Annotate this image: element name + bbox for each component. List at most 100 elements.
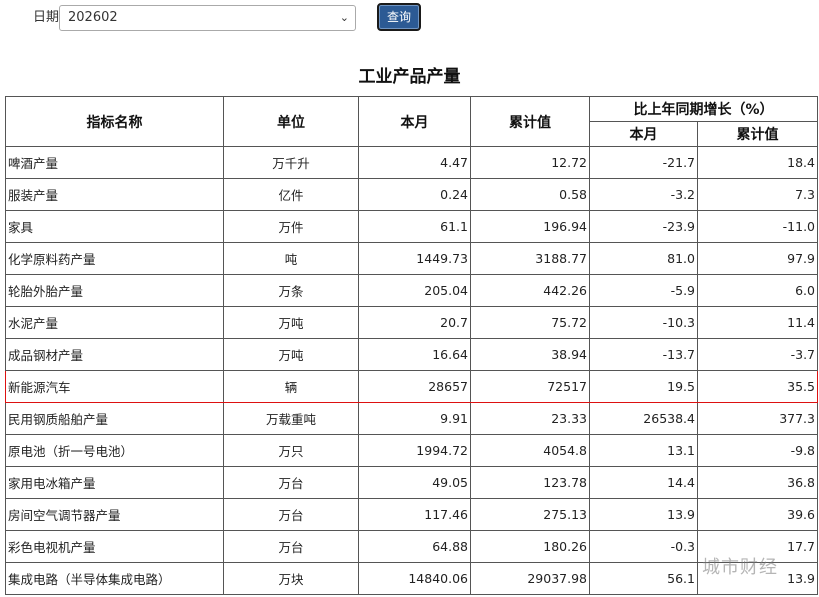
cell-cumulative: 0.58	[470, 178, 590, 211]
cell-growth-month: -23.9	[589, 210, 698, 243]
table-row: 彩色电视机产量 万台 64.88 180.26 -0.3 17.7	[5, 530, 818, 563]
chevron-down-icon: ⌄	[339, 11, 349, 24]
cell-name: 家用电冰箱产量	[5, 466, 224, 499]
cell-growth-month: 26538.4	[589, 402, 698, 435]
table-row: 化学原料药产量吨 1449.73 3188.77 81.0 97.9	[5, 242, 818, 275]
cell-growth-cumulative: -9.8	[697, 434, 818, 467]
page-title: 工业产品产量	[358, 67, 461, 87]
cell-growth-cumulative: 39.6	[697, 498, 818, 531]
cell-month: 28657	[358, 370, 471, 403]
cell-cumulative: 29037.98	[470, 562, 590, 595]
cell-name: 集成电路（半导体集成电路）	[5, 562, 224, 595]
cell-unit: 万台	[223, 498, 359, 531]
table-row: 水泥产量 万吨 20.7 75.72 -10.3 11.4	[5, 306, 818, 339]
date-label: 日期	[33, 10, 60, 25]
cell-unit: 万台	[223, 530, 359, 563]
header-growth-month: 本月	[589, 121, 698, 147]
cell-unit: 万件	[223, 210, 359, 243]
table-row: 轮胎外胎产量 万条 205.04 442.26 -5.9 6.0	[5, 274, 818, 307]
table-row: 家具 万件 61.1 196.94 -23.9 -11.0	[5, 210, 818, 243]
cell-growth-month: -10.3	[589, 306, 698, 339]
cell-month: 9.91	[358, 402, 471, 435]
table-row: 集成电路（半导体集成电路） 万块 14840.06 29037.98 56.1 13.9	[5, 562, 818, 595]
cell-growth-month: -5.9	[589, 274, 698, 307]
cell-month: 20.7	[358, 306, 471, 339]
cell-name: 原电池（折一号电池）	[5, 434, 224, 467]
header-growth: 比上年同期增长（%）	[589, 96, 818, 122]
cell-growth-cumulative: 377.3	[697, 402, 818, 435]
cell-month: 16.64	[358, 338, 471, 371]
table-row: 房间空气调节器产量 万台 117.46 275.13 13.9 39.6	[5, 498, 818, 531]
cell-name: 彩色电视机产量	[5, 530, 224, 563]
filter-bar: 日期 202602 ⌄ 查询	[0, 0, 819, 40]
cell-cumulative: 4054.8	[470, 434, 590, 467]
date-select[interactable]: 202602 ⌄	[59, 5, 356, 31]
cell-growth-month: -3.2	[589, 178, 698, 211]
cell-cumulative: 442.26	[470, 274, 590, 307]
cell-growth-month: 56.1	[589, 562, 698, 595]
table-row: 家用电冰箱产量 万台 49.05 123.78 14.4 36.8	[5, 466, 818, 499]
cell-cumulative: 275.13	[470, 498, 590, 531]
cell-name: 化学原料药产量	[5, 242, 224, 275]
watermark: 城市财经	[702, 557, 778, 578]
cell-cumulative: 12.72	[470, 146, 590, 179]
cell-month: 49.05	[358, 466, 471, 499]
cell-growth-month: 14.4	[589, 466, 698, 499]
cell-month: 0.24	[358, 178, 471, 211]
cell-name: 成品钢材产量	[5, 338, 224, 371]
cell-growth-cumulative: 97.9	[697, 242, 818, 275]
table-row: 啤酒产量 万千升 4.47 12.72 -21.7 18.4	[5, 146, 818, 179]
cell-unit: 万只	[223, 434, 359, 467]
cell-month: 1994.72	[358, 434, 471, 467]
cell-unit: 万千升	[223, 146, 359, 179]
cell-cumulative: 196.94	[470, 210, 590, 243]
cell-name: 民用钢质船舶产量	[5, 402, 224, 435]
cell-unit: 万块	[223, 562, 359, 595]
cell-growth-month: 13.9	[589, 498, 698, 531]
query-button[interactable]: 查询	[377, 3, 421, 31]
cell-unit: 万载重吨	[223, 402, 359, 435]
production-table: 指标名称 单位 本月 累计值 比上年同期增长（%） 本月 累计值 啤酒产量 万千升…	[5, 96, 818, 595]
table-row: 服装产量 亿件 0.24 0.58 -3.2 7.3	[5, 178, 818, 211]
cell-unit: 亿件	[223, 178, 359, 211]
cell-unit: 万条	[223, 274, 359, 307]
cell-name: 水泥产量	[5, 306, 224, 339]
table-row: 民用钢质船舶产量 万载重吨 9.91 23.33 26538.4 377.3	[5, 402, 818, 435]
cell-growth-cumulative: 36.8	[697, 466, 818, 499]
header-unit: 单位	[223, 96, 359, 147]
cell-growth-cumulative: 35.5	[697, 370, 818, 403]
cell-growth-cumulative: -3.7	[697, 338, 818, 371]
cell-month: 14840.06	[358, 562, 471, 595]
cell-name: 服装产量	[5, 178, 224, 211]
table-row: 新能源汽车辆 28657 72517 19.5 35.5	[5, 370, 818, 403]
cell-month: 64.88	[358, 530, 471, 563]
cell-growth-cumulative: 6.0	[697, 274, 818, 307]
cell-growth-month: -0.3	[589, 530, 698, 563]
header-cumulative: 累计值	[470, 96, 590, 147]
cell-growth-month: -21.7	[589, 146, 698, 179]
header-name: 指标名称	[5, 96, 224, 147]
cell-month: 61.1	[358, 210, 471, 243]
cell-name: 轮胎外胎产量	[5, 274, 224, 307]
header-month: 本月	[358, 96, 471, 147]
cell-growth-month: -13.7	[589, 338, 698, 371]
cell-cumulative: 180.26	[470, 530, 590, 563]
cell-unit: 万台	[223, 466, 359, 499]
cell-growth-month: 13.1	[589, 434, 698, 467]
cell-cumulative: 75.72	[470, 306, 590, 339]
cell-unit: 万吨	[223, 306, 359, 339]
header-growth-cumulative: 累计值	[697, 121, 818, 147]
cell-cumulative: 123.78	[470, 466, 590, 499]
cell-growth-month: 81.0	[589, 242, 698, 275]
cell-cumulative: 72517	[470, 370, 590, 403]
cell-name: 啤酒产量	[5, 146, 224, 179]
cell-unit: 吨	[223, 242, 359, 275]
cell-name: 家具	[5, 210, 224, 243]
cell-unit: 万吨	[223, 338, 359, 371]
cell-growth-cumulative: 11.4	[697, 306, 818, 339]
cell-growth-cumulative: -11.0	[697, 210, 818, 243]
cell-unit: 辆	[223, 370, 359, 403]
date-select-value: 202602	[68, 10, 118, 25]
cell-growth-cumulative: 7.3	[697, 178, 818, 211]
table-row: 成品钢材产量 万吨 16.64 38.94 -13.7 -3.7	[5, 338, 818, 371]
